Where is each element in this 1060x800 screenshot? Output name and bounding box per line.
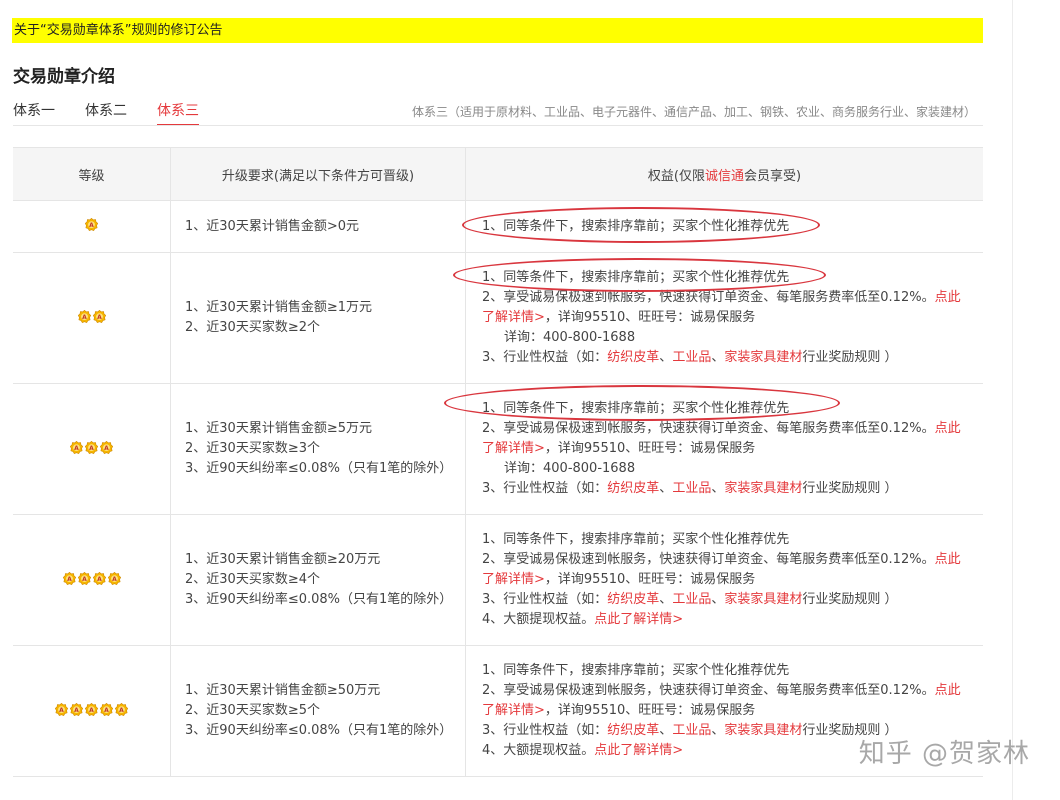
level-cell: AAAA xyxy=(13,514,171,646)
medal-icon: A xyxy=(62,571,76,585)
requirements-cell: 1、近30天累计销售金额≥1万元 2、近30天买家数≥2个 xyxy=(170,252,466,384)
benefits-cell: 1、同等条件下，搜索排序靠前；买家个性化推荐优先 xyxy=(465,200,983,253)
medal-icon: A xyxy=(85,702,98,716)
medal-icon: A xyxy=(115,702,128,716)
table-row: A A A A 1、近30天累计销售金额≥20万元 2、近30天买家数≥4个 3、近9… xyxy=(13,514,983,646)
withdrawal-details-link[interactable]: 点此了解详情> xyxy=(594,743,683,758)
industry-link-home[interactable]: 家装家具建材 xyxy=(724,723,802,738)
requirements-cell: 1、近30天累计销售金额≥20万元 2、近30天买家数≥4个 3、近90天纠纷率… xyxy=(170,514,466,646)
table-row: AA 1、近30天累计销售金额≥1万元 2、近30天买家数≥2个 1、同等条件下… xyxy=(13,252,983,384)
medal-icon: A xyxy=(92,309,106,323)
medal-group: A xyxy=(85,218,98,231)
withdrawal-details-link[interactable]: 点此了解详情> xyxy=(594,612,683,627)
svg-text:A: A xyxy=(89,444,94,451)
svg-text:A: A xyxy=(97,313,102,320)
medal-icon: A xyxy=(100,440,113,454)
industry-link-home[interactable]: 家装家具建材 xyxy=(724,481,802,496)
announcement-banner[interactable]: 关于“交易勋章体系”规则的修订公告 xyxy=(12,18,983,43)
header-level: 等级 xyxy=(13,147,171,201)
page-right-divider xyxy=(1012,0,1013,800)
table-row: A 1、近30天累计销售金额>0元 1、同等条件下，搜索排序靠前；买家个性化推荐… xyxy=(13,200,983,253)
svg-text:A: A xyxy=(104,706,109,713)
chengxintong-link[interactable]: 诚信通 xyxy=(705,169,744,184)
industry-link-industrial[interactable]: 工业品 xyxy=(672,350,711,365)
watermark: 知乎 @贺家林 xyxy=(858,739,1030,769)
medal-icon: A xyxy=(55,702,68,716)
medal-group: AA xyxy=(77,309,106,323)
benefits-cell: 1、同等条件下，搜索排序靠前；买家个性化推荐优先 2、享受诚易保极速到帐服务，快… xyxy=(465,252,983,384)
svg-text:A: A xyxy=(89,222,94,229)
requirements-cell: 1、近30天累计销售金额≥5万元 2、近30天买家数≥3个 3、近90天纠纷率≤… xyxy=(170,383,466,515)
svg-text:A: A xyxy=(89,706,94,713)
industry-link-textile[interactable]: 纺织皮革 xyxy=(607,350,659,365)
industry-link-industrial[interactable]: 工业品 xyxy=(672,723,711,738)
medal-icon: A xyxy=(70,702,83,716)
industry-link-textile[interactable]: 纺织皮革 xyxy=(607,481,659,496)
table-row: A A A A A 1、近30天累计销售金额≥50万元 2、近30天买家数≥5个 3、近… xyxy=(13,645,983,777)
medal-group: AAAAA xyxy=(55,702,128,716)
industry-link-home[interactable]: 家装家具建材 xyxy=(724,592,802,607)
svg-text:A: A xyxy=(74,444,79,451)
industry-link-industrial[interactable]: 工业品 xyxy=(672,481,711,496)
level-cell: AA xyxy=(13,252,171,384)
svg-text:A: A xyxy=(59,706,64,713)
industry-link-textile[interactable]: 纺织皮革 xyxy=(607,723,659,738)
medal-table: 等级 升级要求(满足以下条件方可晋级) 权益(仅限诚信通会员享受) A 1、近3… xyxy=(13,147,983,777)
level-cell: A xyxy=(13,200,171,253)
tabs-divider xyxy=(13,125,983,126)
svg-text:A: A xyxy=(97,575,102,582)
medal-group: AAAA xyxy=(62,571,121,585)
svg-text:A: A xyxy=(82,313,87,320)
level-cell: AAAAA xyxy=(13,645,171,777)
tab-description: 体系三（适用于原材料、工业品、电子元器件、通信产品、加工、钢铁、农业、商务服务行… xyxy=(411,105,976,119)
tab-system-3[interactable]: 体系三 xyxy=(157,100,199,126)
medal-icon: A xyxy=(107,571,121,585)
header-benefits: 权益(仅限诚信通会员享受) xyxy=(465,147,983,201)
medal-icon: A xyxy=(85,218,98,231)
requirements-cell: 1、近30天累计销售金额≥50万元 2、近30天买家数≥5个 3、近90天纠纷率… xyxy=(170,645,466,777)
announcement-link[interactable]: 关于“交易勋章体系”规则的修订公告 xyxy=(14,23,222,38)
medal-icon: A xyxy=(100,702,113,716)
industry-link-home[interactable]: 家装家具建材 xyxy=(724,350,802,365)
section-title: 交易勋章介绍 xyxy=(13,67,115,87)
svg-text:A: A xyxy=(82,575,87,582)
svg-text:A: A xyxy=(67,575,72,582)
svg-text:A: A xyxy=(74,706,79,713)
tab-system-1[interactable]: 体系一 xyxy=(13,100,55,120)
svg-text:A: A xyxy=(104,444,109,451)
table-row: A A A 1、近30天累计销售金额≥5万元 2、近30天买家数≥3个 3、近90天… xyxy=(13,383,983,515)
medal-icon: A xyxy=(92,571,106,585)
svg-text:A: A xyxy=(119,706,124,713)
tab-system-2[interactable]: 体系二 xyxy=(85,100,127,120)
medal-group: AAA xyxy=(70,440,113,454)
industry-link-industrial[interactable]: 工业品 xyxy=(672,592,711,607)
svg-text:A: A xyxy=(112,575,117,582)
benefits-cell: 1、同等条件下，搜索排序靠前；买家个性化推荐优先 2、享受诚易保极速到帐服务，快… xyxy=(465,514,983,646)
medal-icon: A xyxy=(85,440,98,454)
medal-icon: A xyxy=(70,440,83,454)
medal-icon: A xyxy=(77,571,91,585)
benefits-cell: 1、同等条件下，搜索排序靠前；买家个性化推荐优先 2、享受诚易保极速到帐服务，快… xyxy=(465,383,983,515)
medal-icon: A xyxy=(77,309,91,323)
requirements-cell: 1、近30天累计销售金额>0元 xyxy=(170,200,466,253)
industry-link-textile[interactable]: 纺织皮革 xyxy=(607,592,659,607)
header-requirements: 升级要求(满足以下条件方可晋级) xyxy=(170,147,466,201)
level-cell: AAA xyxy=(13,383,171,515)
